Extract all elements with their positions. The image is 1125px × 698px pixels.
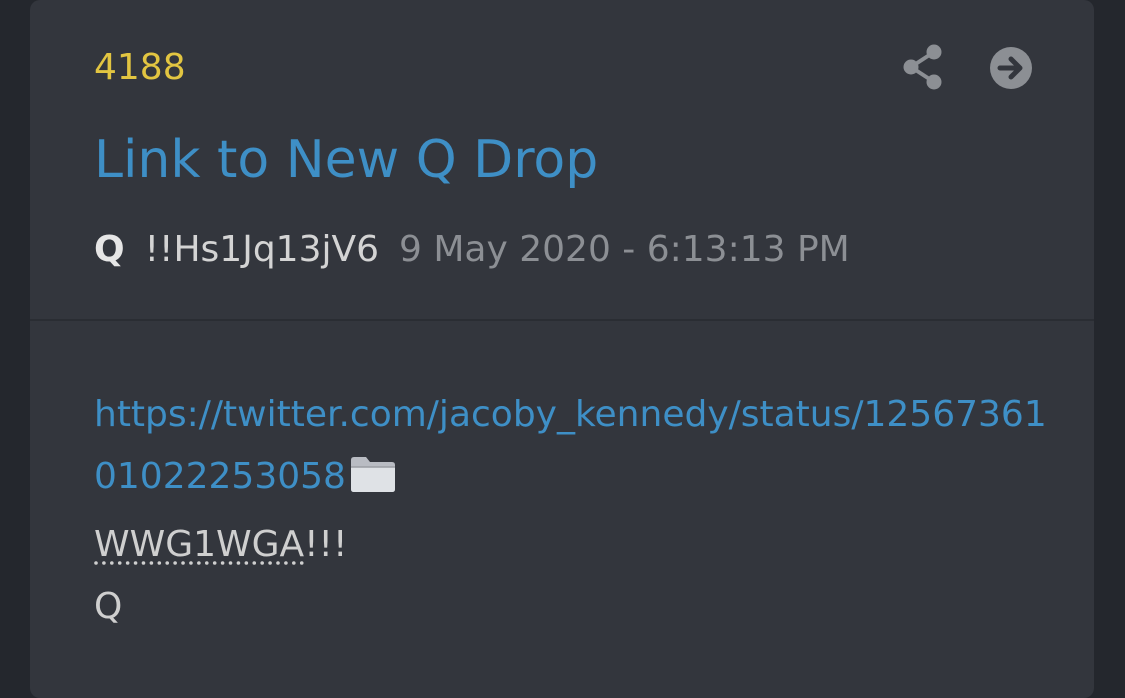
share-button[interactable] (903, 44, 943, 90)
folder-icon[interactable] (348, 452, 398, 514)
post-signature: Q (94, 586, 123, 627)
post-header: 4188 Link to New Q Drop Q !!Hs1Jq13jV6 9 M… (30, 0, 1094, 321)
post-author: Q (94, 229, 125, 270)
post-link[interactable]: https://twitter.com/jacoby_kennedy/statu… (94, 384, 1054, 514)
post-tag-line: WWG1WGA!!! (94, 514, 1054, 576)
share-icon (903, 44, 942, 90)
goto-post-button[interactable] (989, 46, 1033, 90)
post-meta: Q !!Hs1Jq13jV6 9 May 2020 - 6:13:13 PM (94, 226, 850, 274)
arrow-circle-right-icon (990, 47, 1032, 89)
post-body: https://twitter.com/jacoby_kennedy/statu… (94, 384, 1054, 638)
post-number: 4188 (94, 47, 186, 88)
post-title-link[interactable]: Link to New Q Drop (94, 128, 598, 192)
post-card: 4188 Link to New Q Drop Q !!Hs1Jq13jV6 9 M… (30, 0, 1094, 698)
post-date: 9 May 2020 - 6:13:13 PM (399, 229, 850, 270)
post-tag-link[interactable]: WWG1WGA (94, 524, 304, 565)
post-tag-suffix: !!! (304, 524, 348, 565)
post-link-text: https://twitter.com/jacoby_kennedy/statu… (94, 394, 1047, 497)
post-tripcode: !!Hs1Jq13jV6 (144, 229, 380, 270)
